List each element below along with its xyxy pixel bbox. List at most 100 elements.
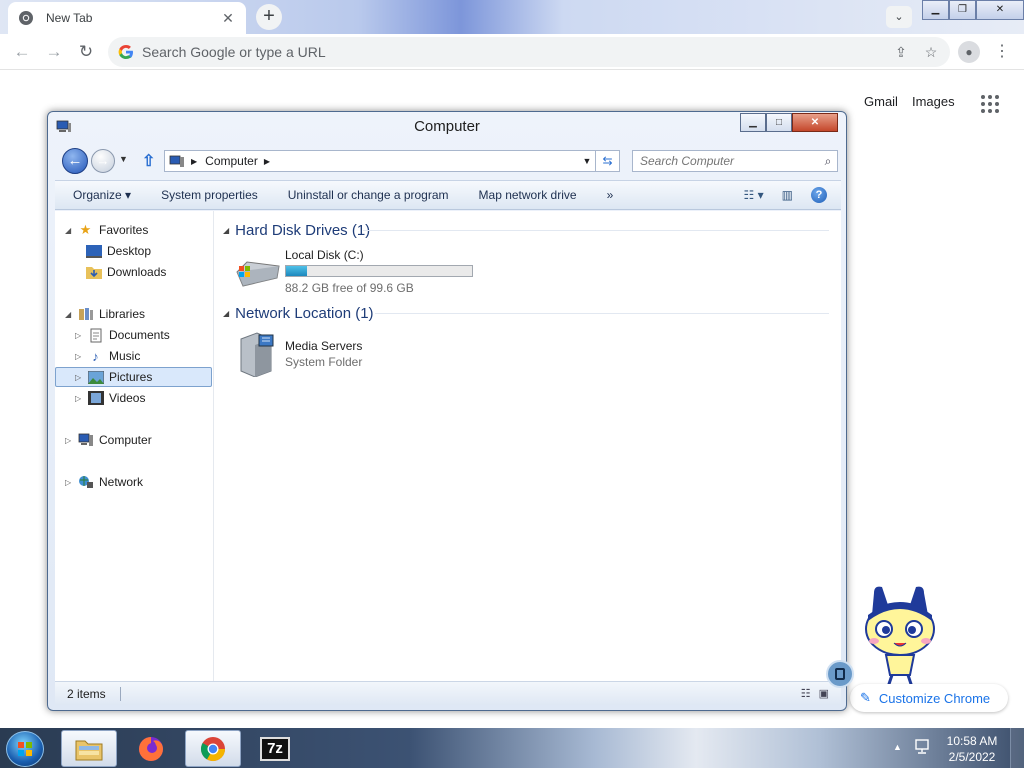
status-bar: 2 items ☷ ▣ — [55, 681, 841, 705]
taskbar-firefox-button[interactable] — [123, 730, 179, 767]
taskbar-chrome-button[interactable] — [185, 730, 241, 767]
search-icon[interactable]: ⌕ — [819, 154, 837, 169]
item-count: 2 items — [67, 686, 106, 701]
tab-title: New Tab — [46, 11, 93, 25]
details-view-icon[interactable]: ☷ — [801, 687, 811, 700]
navigation-pane[interactable]: ◢ ★ Favorites Desktop Downloads ◢ Librar… — [55, 211, 214, 681]
nav-libraries[interactable]: ◢ Libraries — [65, 304, 145, 324]
media-servers-item[interactable]: Media Servers System Folder — [233, 331, 453, 381]
nav-computer[interactable]: ▷ Computer — [65, 430, 152, 450]
show-desktop-button[interactable] — [1010, 728, 1024, 768]
breadcrumb-computer[interactable]: Computer — [205, 154, 258, 168]
nav-favorites[interactable]: ◢ ★ Favorites — [65, 220, 148, 240]
refresh-icon[interactable]: ⇆ — [596, 150, 620, 172]
gmail-link[interactable]: Gmail — [864, 94, 898, 109]
breadcrumb-chevron-icon[interactable]: ▶ — [264, 157, 270, 166]
minimize-button[interactable]: ▁ — [922, 0, 949, 20]
collapsed-arrow-icon[interactable]: ▷ — [65, 478, 75, 487]
system-clock[interactable]: 10:58 AM 2/5/2022 — [944, 733, 1000, 765]
customize-chrome-label: Customize Chrome — [878, 690, 991, 706]
content-pane[interactable]: ◢ Hard Disk Drives (1) Local Disk (C:) 8… — [215, 211, 841, 681]
chrome-window-controls: ▁ ❐ ✕ — [922, 0, 1024, 20]
omnibox-placeholder: Search Google or type a URL — [142, 44, 326, 60]
collapsed-arrow-icon[interactable]: ▷ — [75, 331, 85, 340]
pictures-icon — [87, 370, 104, 385]
nav-label: Downloads — [107, 265, 167, 279]
group-hard-disk-drives[interactable]: ◢ Hard Disk Drives (1) — [223, 219, 370, 241]
customize-chrome-button[interactable]: ✎ Customize Chrome — [850, 684, 1008, 712]
google-apps-icon[interactable] — [981, 95, 999, 113]
media-servers-name: Media Servers — [285, 339, 363, 353]
large-icons-view-icon[interactable]: ▣ — [819, 687, 829, 700]
omnibox[interactable]: Search Google or type a URL ⇪ ☆ — [108, 37, 950, 67]
group-collapse-icon[interactable]: ◢ — [223, 226, 229, 235]
more-commands-button[interactable]: » — [607, 188, 614, 202]
group-network-location[interactable]: ◢ Network Location (1) — [223, 302, 374, 324]
share-icon[interactable]: ⇪ — [890, 44, 912, 61]
nav-downloads[interactable]: Downloads — [85, 262, 166, 282]
taskbar-7zip-button[interactable]: 7z — [247, 730, 303, 767]
explorer-close-button[interactable]: ✕ — [792, 113, 838, 132]
floating-overlay-icon[interactable] — [826, 660, 854, 688]
pencil-icon: ✎ — [860, 690, 871, 705]
nav-videos[interactable]: ▷ Videos — [75, 388, 145, 408]
chrome-menu-icon[interactable]: ⋮ — [994, 41, 1010, 63]
expanded-arrow-icon[interactable]: ◢ — [65, 310, 75, 319]
group-collapse-icon[interactable]: ◢ — [223, 309, 229, 318]
taskbar-explorer-button[interactable] — [61, 730, 117, 767]
restore-button[interactable]: ❐ — [949, 0, 976, 20]
collapsed-arrow-icon[interactable]: ▷ — [75, 352, 85, 361]
music-note-icon: ♪ — [92, 348, 99, 364]
collapsed-arrow-icon[interactable]: ▷ — [75, 394, 85, 403]
start-button[interactable] — [6, 731, 44, 767]
help-icon[interactable]: ? — [811, 187, 827, 203]
collapsed-arrow-icon[interactable]: ▷ — [65, 436, 75, 445]
nav-music[interactable]: ▷ ♪ Music — [75, 346, 140, 366]
expanded-arrow-icon[interactable]: ◢ — [65, 226, 75, 235]
explorer-forward-button[interactable]: → — [91, 149, 115, 173]
nav-documents[interactable]: ▷ Documents — [75, 325, 170, 345]
new-tab-button[interactable]: + — [256, 4, 282, 30]
search-input[interactable] — [640, 154, 819, 168]
explorer-window-controls: ▁ □ ✕ — [740, 113, 838, 132]
forward-button[interactable]: → — [42, 40, 66, 64]
drive-usage-bar — [285, 265, 473, 277]
tab-new-tab[interactable]: New Tab ✕ — [8, 2, 246, 34]
preview-pane-icon[interactable]: ▥ — [782, 188, 793, 202]
group-divider — [363, 230, 829, 231]
back-button[interactable]: ← — [10, 40, 34, 64]
tab-close-icon[interactable]: ✕ — [220, 10, 236, 26]
up-folder-icon[interactable]: ⇧ — [142, 151, 155, 171]
collapsed-arrow-icon[interactable]: ▷ — [75, 373, 85, 382]
system-properties-button[interactable]: System properties — [161, 188, 258, 202]
address-bar[interactable]: ▶ Computer ▶ ▼ — [164, 150, 596, 172]
change-view-icon[interactable]: ☷ ▾ — [744, 188, 764, 202]
explorer-window: Computer ▁ □ ✕ ← → ▼ ⇧ ▶ Computer ▶ ▼ ⇆ … — [47, 111, 847, 711]
nav-desktop[interactable]: Desktop — [85, 241, 151, 261]
profile-avatar-icon[interactable]: ● — [958, 41, 980, 63]
images-link[interactable]: Images — [912, 94, 955, 109]
explorer-back-button[interactable]: ← — [62, 148, 88, 174]
recent-pages-dropdown-icon[interactable]: ▼ — [119, 154, 128, 164]
map-network-drive-button[interactable]: Map network drive — [479, 188, 577, 202]
status-divider — [119, 686, 121, 701]
close-button[interactable]: ✕ — [976, 0, 1024, 20]
breadcrumb-chevron-icon[interactable]: ▶ — [191, 157, 197, 166]
tab-search-button[interactable]: ⌄ — [886, 6, 912, 28]
uninstall-program-button[interactable]: Uninstall or change a program — [288, 188, 449, 202]
show-hidden-icons-icon[interactable]: ▲ — [893, 742, 902, 752]
chrome-tab-strip: New Tab ✕ + ⌄ ▁ ❐ ✕ — [0, 0, 1024, 34]
drive-local-disk-c[interactable]: Local Disk (C:) 88.2 GB free of 99.6 GB — [233, 248, 493, 298]
ntp-header-links: Gmail Images — [864, 94, 955, 109]
address-dropdown-icon[interactable]: ▼ — [579, 156, 595, 166]
search-box[interactable]: ⌕ — [632, 150, 838, 172]
nav-label: Music — [109, 349, 141, 363]
network-status-icon[interactable] — [914, 739, 932, 755]
nav-network[interactable]: ▷ Network — [65, 472, 143, 492]
bookmark-star-icon[interactable]: ☆ — [920, 44, 942, 61]
explorer-maximize-button[interactable]: □ — [766, 113, 792, 132]
reload-button[interactable]: ↻ — [74, 40, 98, 64]
organize-button[interactable]: Organize ▾ — [73, 188, 131, 202]
explorer-minimize-button[interactable]: ▁ — [740, 113, 766, 132]
nav-pictures[interactable]: ▷ Pictures — [55, 367, 212, 387]
